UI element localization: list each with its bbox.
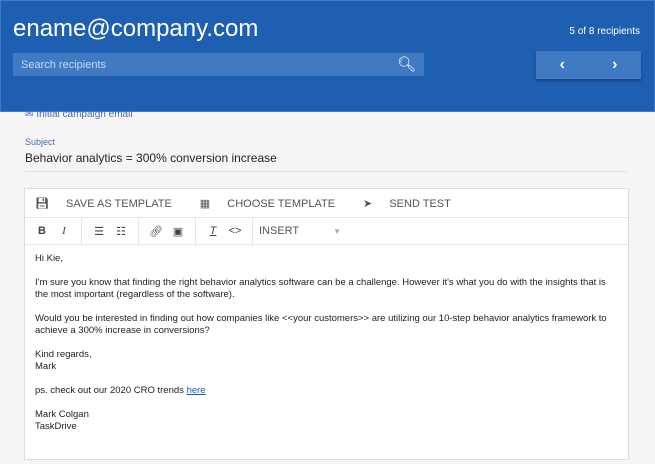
clear-format-icon[interactable]: T xyxy=(202,225,224,237)
signature: Mark Colgan TaskDrive xyxy=(35,409,89,432)
link-icon[interactable]: 🔗︎ xyxy=(145,225,167,238)
paragraph-1: I'm sure you know that finding the right… xyxy=(35,277,606,300)
numbered-list-icon[interactable]: ☷ xyxy=(110,225,132,238)
search-icon[interactable]: 🔍︎ xyxy=(397,55,416,73)
campaign-link[interactable]: ✉ Initial campaign email xyxy=(25,109,133,120)
format-toolbar: BI ☰ ☷ 🔗︎ ▣ T <> INSERT ▼ xyxy=(25,218,628,245)
subject-label: Subject xyxy=(25,137,56,147)
next-button[interactable]: › xyxy=(589,51,642,79)
subject-input[interactable]: Behavior analytics = 300% conversion inc… xyxy=(25,151,627,172)
insert-dropdown[interactable]: INSERT ▼ xyxy=(253,225,343,237)
send-icon: ➤ xyxy=(363,197,376,210)
bullet-list-icon[interactable]: ☰ xyxy=(88,225,110,238)
prev-button[interactable]: ‹ xyxy=(536,51,589,79)
header: ename@company.com 5 of 8 recipients Sear… xyxy=(0,0,655,112)
recipient-email: ename@company.com xyxy=(13,15,259,42)
code-icon[interactable]: <> xyxy=(224,225,246,237)
chevron-down-icon: ▼ xyxy=(333,227,342,236)
image-icon[interactable]: ▣ xyxy=(167,225,189,238)
send-test-button[interactable]: ➤ SEND TEST xyxy=(363,197,465,210)
email-editor: 💾︎ SAVE AS TEMPLATE ▦ CHOOSE TEMPLATE ➤ … xyxy=(24,188,629,460)
campaign-label: Initial campaign email xyxy=(36,109,133,120)
search-input[interactable]: Search recipients 🔍︎ xyxy=(13,53,424,76)
bold-icon[interactable]: B xyxy=(31,225,53,237)
save-template-button[interactable]: 💾︎ SAVE AS TEMPLATE xyxy=(35,197,186,210)
email-body[interactable]: Hi Kie, I'm sure you know that finding t… xyxy=(25,245,628,453)
italic-icon[interactable]: I xyxy=(53,225,75,237)
greeting: Hi Kie, xyxy=(35,253,63,264)
trends-link[interactable]: here xyxy=(187,385,206,396)
search-placeholder: Search recipients xyxy=(21,59,106,71)
recipient-nav: ‹ › xyxy=(536,51,641,79)
closing: Kind regards, Mark xyxy=(35,349,92,372)
paragraph-2: Would you be interested in finding out h… xyxy=(35,313,607,336)
ps-line: ps. check out our 2020 CRO trends here xyxy=(35,385,206,396)
envelope-icon: ✉ xyxy=(25,109,34,120)
recipient-count: 5 of 8 recipients xyxy=(569,26,640,37)
grid-icon: ▦ xyxy=(199,197,214,210)
choose-template-button[interactable]: ▦ CHOOSE TEMPLATE xyxy=(200,197,349,210)
template-toolbar: 💾︎ SAVE AS TEMPLATE ▦ CHOOSE TEMPLATE ➤ … xyxy=(25,189,628,218)
save-icon: 💾︎ xyxy=(35,197,53,210)
